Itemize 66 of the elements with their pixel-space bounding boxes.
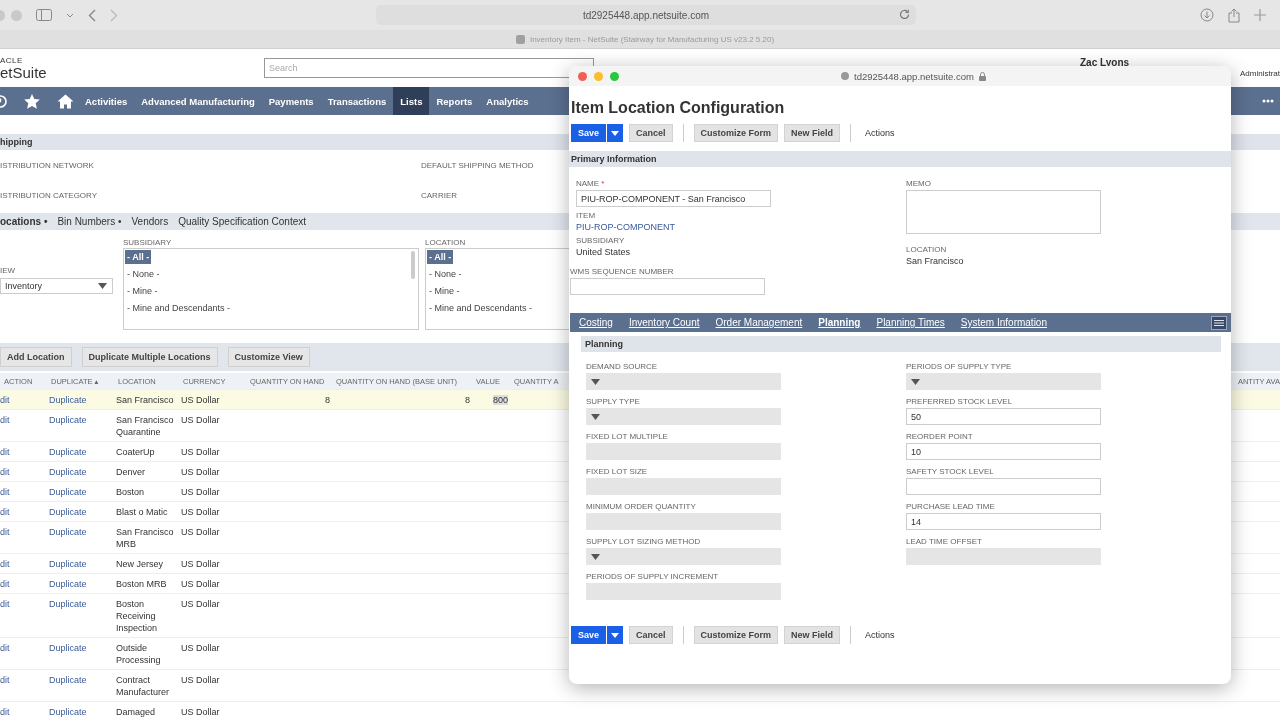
field-label: FIXED LOT SIZE — [586, 467, 649, 476]
field-label: REORDER POINT — [906, 432, 974, 441]
table-cell-text: Damaged — [115, 706, 157, 719]
field-label: FIXED LOT MULTIPLE — [586, 432, 669, 441]
field-label: PURCHASE LEAD TIME — [906, 502, 996, 511]
table-cell-text: Boston MRB — [115, 578, 168, 591]
field-label: SAFETY STOCK LEVEL — [906, 467, 995, 476]
field-value: United States — [576, 247, 631, 257]
table-cell-text: US Dollar — [180, 642, 221, 655]
table-cell-text: US Dollar — [180, 526, 221, 539]
table-cell-text: US Dollar — [180, 394, 221, 407]
field-value: San Francisco — [906, 256, 964, 266]
user-name: Zac Lyons — [1080, 57, 1131, 68]
field-label: SUBSIDIARY — [576, 236, 625, 245]
field-label: PREFERRED STOCK LEVEL — [906, 397, 1014, 406]
section-header: Primary Information — [569, 151, 1231, 167]
field-label: DEMAND SOURCE — [586, 362, 659, 371]
field-label: LOCATION — [906, 245, 947, 254]
table-cell-text: US Dollar — [180, 706, 221, 719]
field-label: PERIODS OF SUPPLY TYPE — [906, 362, 1013, 371]
field-label: LEAD TIME OFFSET — [906, 537, 983, 546]
field-label: NAME — [576, 179, 600, 188]
table-cell-text: US Dollar — [180, 598, 221, 611]
table-cell-text: US Dollar — [180, 486, 221, 499]
field-label: ITEM — [576, 211, 596, 220]
table-cell-text: Boston — [115, 486, 146, 499]
field-label: PERIODS OF SUPPLY INCREMENT — [586, 572, 720, 581]
field-label: MEMO — [906, 179, 931, 188]
table-cell-text: Outside Processing — [115, 642, 162, 667]
field-label: MINIMUM ORDER QUANTITY — [586, 502, 697, 511]
table-cell-text: San Francisco Quarantine — [115, 414, 175, 439]
field-label: WMS SEQUENCE NUMBER — [570, 267, 674, 276]
field-label: LOCATION — [425, 238, 466, 247]
table-cell-text: US Dollar — [180, 414, 221, 427]
table-cell: 800 — [492, 395, 508, 405]
table-cell-text: 8 — [464, 394, 471, 407]
user-role: Administrat — [1240, 69, 1280, 78]
table-cell-text: US Dollar — [180, 558, 221, 571]
table-cell-text: US Dollar — [180, 446, 221, 459]
field-label: DEFAULT SHIPPING METHOD — [421, 160, 534, 170]
table-cell-text: US Dollar — [180, 578, 221, 591]
table-cell-text: Contract Manufacturer — [115, 674, 171, 699]
field-label: ISTRIBUTION CATEGORY — [0, 190, 99, 200]
table-cell-text: US Dollar — [180, 466, 221, 479]
page-title: Item Location Configuration — [571, 99, 786, 117]
table-cell-text: San Francisco MRB — [115, 526, 175, 551]
section-header: Planning — [581, 336, 1221, 352]
table-cell-text: Boston Receiving Inspection — [115, 598, 159, 635]
field-label: SUBSIDIARY — [123, 238, 172, 247]
window-url: td2925448.app.netsuite.com — [854, 70, 974, 82]
table-cell-text: CoaterUp — [115, 446, 156, 459]
table-cell-text: 8 — [324, 394, 331, 407]
table-cell-text: Blast o Matic — [115, 506, 169, 519]
table-cell-text: US Dollar — [180, 674, 221, 687]
field-label: SUPPLY TYPE — [586, 397, 641, 406]
field-label: SUPPLY LOT SIZING METHOD — [586, 537, 702, 546]
table-cell-text: San Francisco — [115, 394, 175, 407]
table-cell-text: New Jersey — [115, 558, 164, 571]
logo-caption: ACLE — [0, 56, 24, 65]
table-cell-text: US Dollar — [180, 506, 221, 519]
field-label: IEW — [0, 266, 17, 275]
logo-text: etSuite — [0, 64, 48, 80]
required-mark: * — [601, 179, 605, 188]
field-label: CARRIER — [421, 190, 457, 200]
table-cell-text: Denver — [115, 466, 146, 479]
field-label: ISTRIBUTION NETWORK — [0, 160, 95, 170]
